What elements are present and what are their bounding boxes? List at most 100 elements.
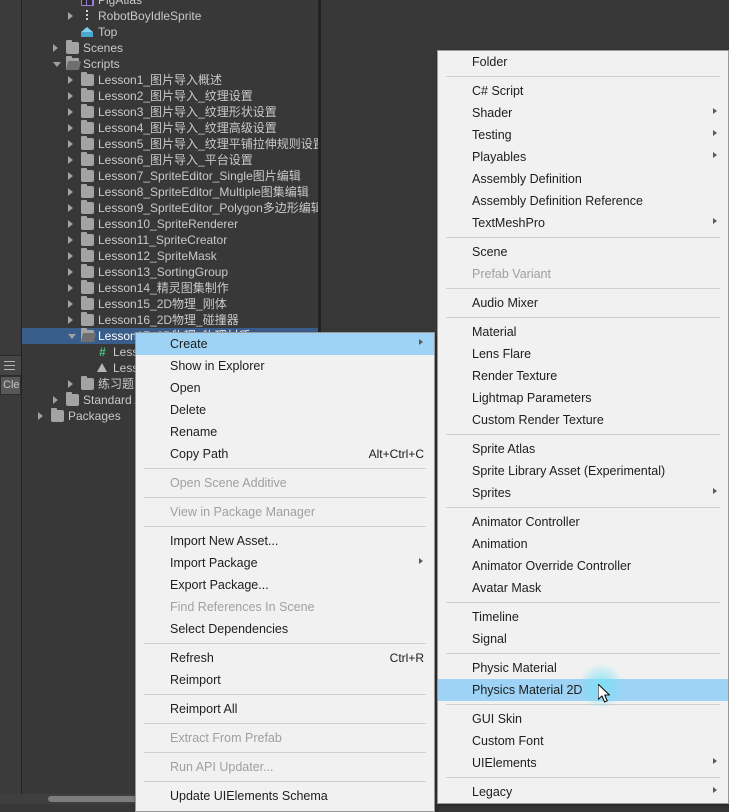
menu-item[interactable]: Signal (438, 628, 728, 650)
chevron-right-icon[interactable] (68, 108, 73, 116)
hamburger-icon[interactable] (4, 361, 15, 371)
menu-item[interactable]: Refresh Ctrl+R (136, 647, 434, 669)
menu-item[interactable]: Shader (438, 102, 728, 124)
chevron-right-icon[interactable] (68, 76, 73, 84)
menu-item[interactable]: Create (136, 333, 434, 355)
menu-item[interactable]: Import New Asset... (136, 530, 434, 552)
tree-row[interactable]: Lesson3_图片导入_纹理形状设置 (21, 104, 318, 120)
menu-item[interactable]: Material (438, 321, 728, 343)
tree-row[interactable]: Lesson14_精灵图集制作 (21, 280, 318, 296)
menu-item[interactable]: UIElements (438, 752, 728, 774)
console-toolbar[interactable] (0, 355, 21, 376)
chevron-down-icon[interactable] (68, 334, 76, 339)
tree-row[interactable]: RobotBoyIdleSprite (21, 8, 318, 24)
chevron-right-icon[interactable] (68, 316, 73, 324)
menu-item: Open Scene Additive (136, 472, 434, 494)
tree-row[interactable]: Lesson6_图片导入_平台设置 (21, 152, 318, 168)
menu-item[interactable]: Audio Mixer (438, 292, 728, 314)
chevron-right-icon[interactable] (68, 204, 73, 212)
menu-item[interactable]: Delete (136, 399, 434, 421)
menu-item[interactable]: Assembly Definition (438, 168, 728, 190)
chevron-right-icon[interactable] (68, 124, 73, 132)
chevron-right-icon[interactable] (68, 220, 73, 228)
menu-item[interactable]: Copy Path Alt+Ctrl+C (136, 443, 434, 465)
tree-row[interactable]: Lesson16_2D物理_碰撞器 (21, 312, 318, 328)
menu-item[interactable]: Render Texture (438, 365, 728, 387)
menu-item[interactable]: Rename (136, 421, 434, 443)
tree-row[interactable]: Lesson10_SpriteRenderer (21, 216, 318, 232)
menu-separator (144, 781, 426, 782)
tree-row[interactable]: Lesson1_图片导入概述 (21, 72, 318, 88)
tree-row[interactable]: Top (21, 24, 318, 40)
chevron-right-icon[interactable] (68, 252, 73, 260)
menu-item[interactable]: Lightmap Parameters (438, 387, 728, 409)
menu-item[interactable]: Physic Material (438, 657, 728, 679)
tree-row[interactable]: Lesson8_SpriteEditor_Multiple图集编辑 (21, 184, 318, 200)
menu-item[interactable]: Sprites (438, 482, 728, 504)
chevron-right-icon[interactable] (38, 412, 43, 420)
menu-item[interactable]: Physics Material 2D (438, 679, 728, 701)
tree-row[interactable]: Lesson12_SpriteMask (21, 248, 318, 264)
tree-row[interactable]: Scripts (21, 56, 318, 72)
asset-context-menu[interactable]: Create Show in Explorer Open Delete Rename Co… (135, 332, 435, 812)
menu-item[interactable]: Legacy (438, 781, 728, 803)
chevron-down-icon[interactable] (53, 62, 61, 67)
menu-item[interactable]: Animation (438, 533, 728, 555)
chevron-right-icon[interactable] (53, 396, 58, 404)
menu-item[interactable]: Animator Controller (438, 511, 728, 533)
menu-separator (446, 602, 720, 603)
create-submenu[interactable]: Folder C# Script Shader Testing Playables Ass… (437, 50, 729, 804)
menu-item[interactable]: Assembly Definition Reference (438, 190, 728, 212)
tree-row[interactable]: Lesson15_2D物理_刚体 (21, 296, 318, 312)
menu-item[interactable]: Scene (438, 241, 728, 263)
tree-row[interactable]: Lesson2_图片导入_纹理设置 (21, 88, 318, 104)
chevron-right-icon[interactable] (68, 172, 73, 180)
tree-row[interactable]: Scenes (21, 40, 318, 56)
menu-separator (446, 653, 720, 654)
menu-item-label: View in Package Manager (170, 505, 315, 519)
menu-item-shortcut: Alt+Ctrl+C (368, 447, 424, 461)
menu-item[interactable]: Reimport All (136, 698, 434, 720)
menu-item[interactable]: Show in Explorer (136, 355, 434, 377)
menu-item-label: Assembly Definition Reference (472, 194, 643, 208)
menu-item[interactable]: Avatar Mask (438, 577, 728, 599)
chevron-right-icon[interactable] (68, 188, 73, 196)
tree-row[interactable]: Lesson13_SortingGroup (21, 264, 318, 280)
menu-item[interactable]: GUI Skin (438, 708, 728, 730)
menu-item[interactable]: Sprite Atlas (438, 438, 728, 460)
chevron-right-icon[interactable] (68, 12, 73, 20)
menu-item[interactable]: TextMeshPro (438, 212, 728, 234)
folder-icon (81, 168, 94, 182)
tree-row[interactable]: Lesson7_SpriteEditor_Single图片编辑 (21, 168, 318, 184)
tree-row[interactable]: Lesson9_SpriteEditor_Polygon多边形编辑 (21, 200, 318, 216)
menu-item[interactable]: Sprite Library Asset (Experimental) (438, 460, 728, 482)
chevron-right-icon[interactable] (53, 44, 58, 52)
chevron-right-icon[interactable] (68, 300, 73, 308)
menu-item[interactable]: C# Script (438, 80, 728, 102)
menu-item[interactable]: Custom Font (438, 730, 728, 752)
menu-item[interactable]: Testing (438, 124, 728, 146)
menu-item[interactable]: Reimport (136, 669, 434, 691)
menu-item[interactable]: Lens Flare (438, 343, 728, 365)
console-clear-button[interactable]: Clea (0, 376, 21, 395)
menu-item[interactable]: Select Dependencies (136, 618, 434, 640)
menu-item[interactable]: Folder (438, 51, 728, 73)
menu-item[interactable]: Timeline (438, 606, 728, 628)
tree-row[interactable]: Lesson4_图片导入_纹理高级设置 (21, 120, 318, 136)
menu-item[interactable]: Export Package... (136, 574, 434, 596)
chevron-right-icon[interactable] (68, 284, 73, 292)
tree-row[interactable]: Lesson5_图片导入_纹理平铺拉伸规则设置 (21, 136, 318, 152)
menu-item[interactable]: Custom Render Texture (438, 409, 728, 431)
menu-item[interactable]: Playables (438, 146, 728, 168)
chevron-right-icon[interactable] (68, 92, 73, 100)
chevron-right-icon[interactable] (68, 156, 73, 164)
tree-row[interactable]: Lesson11_SpriteCreator (21, 232, 318, 248)
menu-item[interactable]: Open (136, 377, 434, 399)
tree-row[interactable]: PigAtlas (21, 0, 318, 8)
chevron-right-icon[interactable] (68, 268, 73, 276)
chevron-right-icon[interactable] (68, 380, 73, 388)
menu-item[interactable]: Import Package (136, 552, 434, 574)
menu-item[interactable]: Animator Override Controller (438, 555, 728, 577)
chevron-right-icon[interactable] (68, 140, 73, 148)
chevron-right-icon[interactable] (68, 236, 73, 244)
